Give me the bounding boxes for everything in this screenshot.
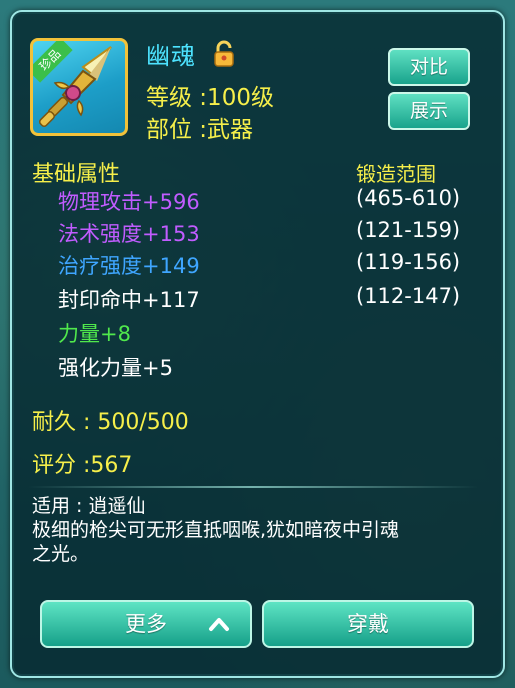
more-button-label: 更多: [125, 612, 167, 636]
more-button[interactable]: 更多: [40, 600, 252, 648]
item-name: 幽魂: [146, 42, 196, 70]
attribute-line: 法术强度+153: [58, 222, 200, 246]
item-icon: 珍品: [30, 38, 128, 136]
forge-range-value: (112-147): [356, 284, 461, 308]
divider: [28, 486, 478, 488]
compare-button[interactable]: 对比: [388, 48, 470, 86]
item-slot: 部位 :武器: [146, 117, 254, 143]
attribute-line: 封印命中+117: [58, 288, 200, 312]
attribute-line: 物理攻击+596: [58, 190, 200, 214]
base-attributes-title: 基础属性: [32, 162, 121, 187]
applies-to: 适用 : 逍遥仙: [32, 495, 146, 517]
description-line-1: 极细的枪尖可无形直抵咽喉,犹如暗夜中引魂: [32, 519, 400, 541]
score: 评分 :567: [32, 453, 133, 478]
attribute-line: 治疗强度+149: [58, 254, 200, 278]
unlocked-padlock-icon[interactable]: [210, 40, 238, 68]
chevron-up-icon: [209, 618, 229, 631]
durability: 耐久 : 500/500: [32, 410, 189, 435]
forge-range-title: 锻造范围: [356, 162, 436, 186]
equip-button[interactable]: 穿戴: [262, 600, 474, 648]
show-button[interactable]: 展示: [388, 92, 470, 130]
item-level: 等级 :100级: [146, 85, 274, 111]
forge-range-value: (119-156): [356, 250, 461, 274]
extra-attribute-line: 强化力量+5: [58, 356, 173, 380]
forge-range-value: (121-159): [356, 218, 461, 242]
forge-range-value: (465-610): [356, 186, 461, 210]
extra-attribute-line: 力量+8: [58, 322, 131, 346]
description-line-2: 之光。: [32, 543, 90, 565]
